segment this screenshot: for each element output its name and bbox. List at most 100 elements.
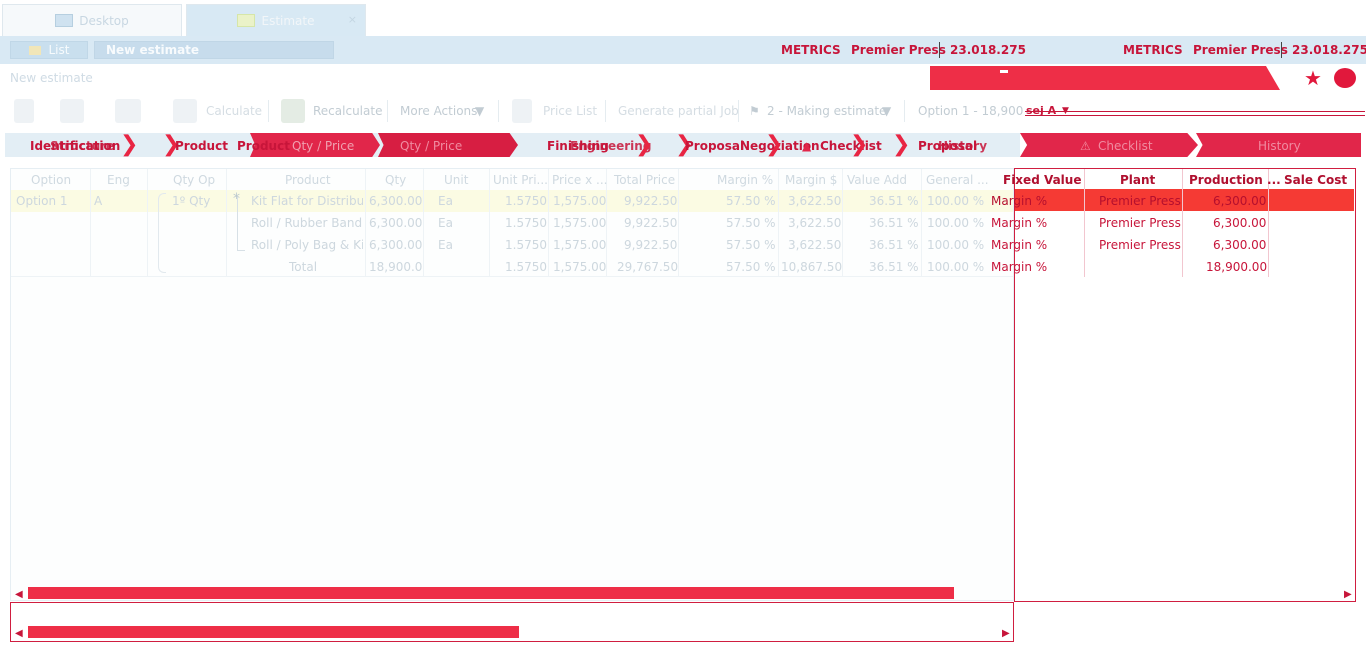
breadcrumb: New estimate [10, 71, 93, 85]
horizontal-scrollbar[interactable] [28, 587, 954, 599]
cell-total-price[interactable]: 9,922.50 [624, 238, 677, 252]
step-qty-price[interactable]: Qty / Price [292, 139, 354, 153]
list-button[interactable]: List [10, 41, 88, 59]
cell-qty[interactable]: 6,300.00 [369, 238, 422, 252]
cell-margin-usd[interactable]: 3,622.50 [788, 238, 841, 252]
cell-unit-price[interactable]: 1.5750 [505, 194, 547, 208]
divider [268, 100, 269, 122]
price-list-button[interactable]: Price List [543, 104, 597, 118]
cell-option[interactable]: Option 1 [16, 194, 68, 208]
cell-production[interactable]: 6,300.00 [1213, 238, 1266, 252]
more-actions-button[interactable]: More Actions [400, 104, 477, 118]
col-header-qty[interactable]: Qty [385, 173, 406, 187]
cell-margin-usd[interactable]: 3,622.50 [788, 216, 841, 230]
cell-production[interactable]: 6,300.00 [1213, 216, 1266, 230]
col-header-product[interactable]: Product [285, 173, 331, 187]
cell-unit[interactable]: Ea [438, 194, 453, 208]
scroll-left-icon[interactable]: ◀ [15, 628, 23, 639]
cell-price-x[interactable]: 1,575.00 [553, 238, 606, 252]
option-dropdown[interactable]: Option 1 - 18,900 [918, 104, 1023, 118]
cell-plant[interactable]: Premier Press [1099, 238, 1181, 252]
undo-icon[interactable] [115, 99, 141, 123]
step-product[interactable]: Product [175, 139, 228, 153]
col-header-plant[interactable]: Plant [1120, 173, 1155, 187]
cell-margin-pct[interactable]: 57.50 % [726, 216, 776, 230]
generate-partial-job-button[interactable]: Generate partial Job [618, 104, 739, 118]
col-header-total-price[interactable]: Total Price [614, 173, 675, 187]
divider [1084, 169, 1085, 277]
col-header-option[interactable]: Option [31, 173, 71, 187]
col-header-margin-usd[interactable]: Margin $ [785, 173, 837, 187]
tab-desktop[interactable]: Desktop [2, 4, 182, 36]
col-header-margin-pct[interactable]: Margin % [717, 173, 773, 187]
calculate-button[interactable]: Calculate [206, 104, 262, 118]
cell-unit[interactable]: Ea [438, 216, 453, 230]
warning-icon: ▲ [802, 139, 812, 153]
user-icon[interactable] [1334, 68, 1356, 88]
cell-price-x[interactable]: 1,575.00 [553, 194, 606, 208]
col-header-production[interactable]: Production ... [1189, 173, 1281, 187]
chevron-right-icon: ❯ [892, 132, 911, 157]
cell-plant[interactable]: Premier Press [1099, 194, 1181, 208]
cell-plant[interactable]: Premier Press [1099, 216, 1181, 230]
cell-unit-price[interactable]: 1.5750 [505, 238, 547, 252]
cell-fixed-value[interactable]: Margin % [991, 216, 1047, 230]
tab-estimate[interactable]: Estimate × [186, 4, 366, 36]
col-header-price-x[interactable]: Price x ... [552, 173, 607, 187]
close-icon[interactable]: × [348, 13, 357, 26]
col-header-unit[interactable]: Unit [444, 173, 468, 187]
col-header-unit-price[interactable]: Unit Pri... [493, 173, 548, 187]
cell-fixed-value[interactable]: Margin % [991, 194, 1047, 208]
cell-total-price[interactable]: 9,922.50 [624, 194, 677, 208]
recalculate-button[interactable]: Recalculate [313, 104, 382, 118]
step-proposal[interactable]: Proposal [685, 139, 744, 153]
cell-eng[interactable]: A [94, 194, 102, 208]
cell-price-x[interactable]: 1,575.00 [553, 216, 606, 230]
step-checklist-2-label: Checklist [1098, 139, 1153, 153]
col-header-fixed-value[interactable]: Fixed Value [1003, 173, 1081, 187]
cell-value-add[interactable]: 36.51 % [869, 238, 919, 252]
status-dropdown[interactable]: 2 - Making estimate [767, 104, 886, 118]
cell-margin-usd[interactable]: 3,622.50 [788, 194, 841, 208]
cell-qty[interactable]: 6,300.00 [369, 194, 422, 208]
divider [678, 169, 679, 277]
expand-icon[interactable]: * [233, 191, 240, 207]
col-header-eng[interactable]: Eng [107, 173, 130, 187]
step-product-2[interactable]: Product [237, 139, 290, 153]
cell-general[interactable]: 100.00 % [927, 238, 984, 252]
scroll-right-icon[interactable]: ▶ [1344, 589, 1352, 600]
selected-row-highlight-right [1015, 189, 1354, 211]
divider [387, 100, 388, 122]
save-icon[interactable] [60, 99, 84, 123]
col-header-qty-op[interactable]: Qty Op [173, 173, 215, 187]
col-header-sale-cost[interactable]: Sale Cost [1284, 173, 1347, 187]
cell-unit-price[interactable]: 1.5750 [505, 216, 547, 230]
document-icon[interactable] [14, 99, 34, 123]
estimate-title-field[interactable]: New estimate [94, 41, 334, 59]
cell-product[interactable]: Roll / Rubber Band [251, 216, 363, 230]
col-header-general[interactable]: General ... [926, 173, 989, 187]
cell-product[interactable]: Kit Flat for Distribut [251, 194, 363, 208]
cell-margin-pct[interactable]: 57.50 % [726, 194, 776, 208]
star-icon[interactable]: ★ [1304, 66, 1322, 90]
divider [921, 169, 922, 277]
cell-margin-pct[interactable]: 57.50 % [726, 238, 776, 252]
step-structure[interactable]: Structure [50, 139, 114, 153]
col-header-value-add[interactable]: Value Add [847, 173, 907, 187]
cell-unit[interactable]: Ea [438, 238, 453, 252]
cell-total-price[interactable]: 9,922.50 [624, 216, 677, 230]
folder-icon [28, 45, 41, 55]
cell-general[interactable]: 100.00 % [927, 216, 984, 230]
horizontal-scrollbar-2[interactable] [28, 626, 519, 638]
cell-qty[interactable]: 6,300.00 [369, 216, 422, 230]
scroll-left-icon[interactable]: ◀ [15, 589, 23, 600]
cell-fixed-value[interactable]: Margin % [991, 238, 1047, 252]
cell-value-add[interactable]: 36.51 % [869, 216, 919, 230]
scroll-right-icon[interactable]: ▶ [1002, 628, 1010, 639]
step-history[interactable]: History [938, 139, 987, 153]
cell-production[interactable]: 6,300.00 [1213, 194, 1266, 208]
cell-general[interactable]: 100.00 % [927, 194, 984, 208]
cell-value-add[interactable]: 36.51 % [869, 194, 919, 208]
cell-product[interactable]: Roll / Poly Bag & Kit [251, 238, 363, 252]
cell-qty-op[interactable]: 1º Qty [172, 194, 210, 208]
